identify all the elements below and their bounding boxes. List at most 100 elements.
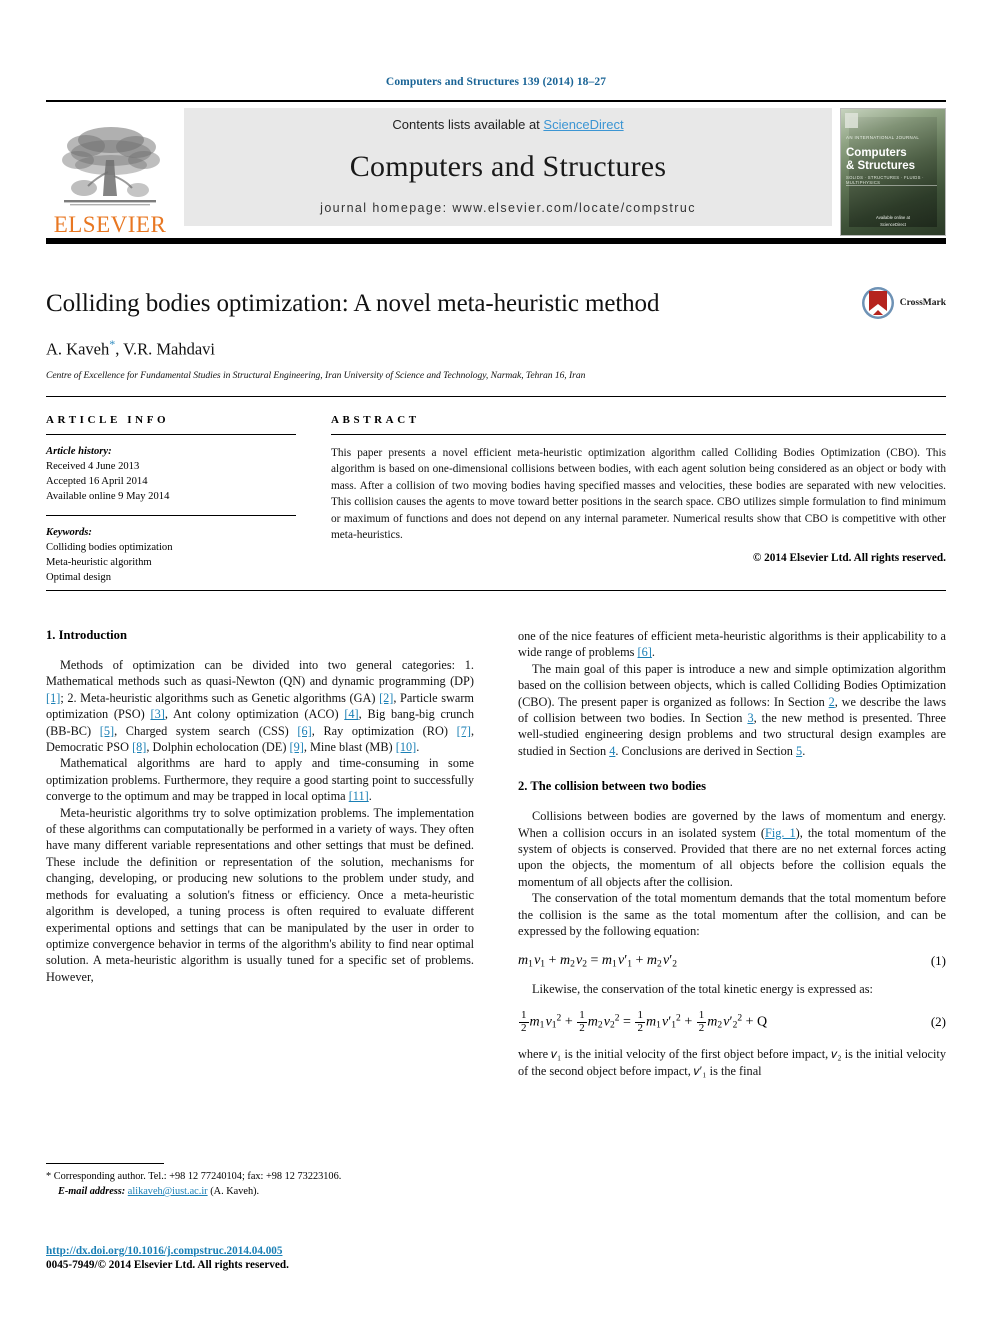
corresponding-author-text: Corresponding author. Tel.: +98 12 77240…: [53, 1171, 342, 1182]
citation-ref-10[interactable]: [10]: [396, 740, 417, 754]
cover-title-line1: Computers: [846, 147, 907, 159]
cover-divider: [846, 185, 937, 186]
intro-p1-g: , Ray optimization (RO): [311, 723, 457, 738]
article-info-rule: [46, 434, 296, 435]
article-info-heading: ARTICLE INFO: [46, 414, 170, 426]
page-title: Colliding bodies optimization: A novel m…: [46, 290, 660, 317]
elsevier-logo: ELSEVIER: [46, 108, 174, 238]
right-p2-e: .: [802, 743, 806, 758]
corresponding-author-note: * Corresponding author. Tel.: +98 12 772…: [46, 1170, 474, 1185]
journal-cover-thumbnail: AN INTERNATIONAL JOURNAL Computers & Str…: [840, 108, 946, 236]
collision-paragraph-4: where 𝑣₁ is the initial velocity of the …: [518, 1047, 946, 1078]
right-p1-a: one of the nice features of efficient me…: [518, 629, 946, 660]
footnote-block: * Corresponding author. Tel.: +98 12 772…: [46, 1163, 474, 1200]
equation-1-number: (1): [930, 952, 946, 968]
masthead-bottom-rule: [46, 238, 946, 244]
intro-paragraph-1: Methods of optimization can be divided i…: [46, 657, 474, 755]
right-p1-b: .: [651, 645, 655, 660]
intro-p1-d: , Ant colony optimization (ACO): [164, 707, 345, 722]
article-history-label: Article history:: [46, 446, 112, 457]
citation-ref-3[interactable]: [3]: [150, 707, 164, 721]
abstract-bottom-rule: [46, 590, 946, 591]
body-column-right: one of the nice features of efficient me…: [518, 628, 946, 1079]
body-columns: 1. Introduction Methods of optimization …: [46, 628, 946, 1079]
section-heading-introduction: 1. Introduction: [46, 628, 127, 642]
intro-p1-f: , Charged system search (CSS): [114, 723, 298, 738]
footer-block: http://dx.doi.org/10.1016/j.compstruc.20…: [46, 1245, 546, 1271]
title-bottom-rule: [46, 396, 946, 397]
abstract-text: This paper presents a novel efficient me…: [331, 447, 946, 541]
email-label: E-mail address:: [58, 1185, 126, 1197]
intro-paragraph-3: Meta-heuristic algorithms try to solve o…: [46, 805, 474, 984]
title-block: Colliding bodies optimization: A novel m…: [46, 287, 946, 382]
email-note: E-mail address: alikaveh@iust.ac.ir (A. …: [46, 1185, 474, 1200]
article-history-group: Article history: Received 4 June 2013 Ac…: [46, 444, 296, 504]
citation-ref-8[interactable]: [8]: [132, 740, 146, 754]
collision-paragraph-2: The conservation of the total momentum d…: [518, 891, 946, 939]
intro-p2-a: Mathematical algorithms are hard to appl…: [46, 756, 474, 804]
intro-paragraph-2: Mathematical algorithms are hard to appl…: [46, 755, 474, 804]
journal-article-page: Computers and Structures 139 (2014) 18–2…: [0, 0, 992, 1323]
keyword-item: Optimal design: [46, 572, 112, 584]
journal-homepage-line[interactable]: journal homepage: www.elsevier.com/locat…: [320, 201, 696, 215]
keyword-item: Colliding bodies optimization: [46, 542, 173, 554]
intro-p2-b: .: [368, 789, 372, 804]
collision-paragraph-3: Likewise, the conservation of the total …: [532, 981, 873, 996]
footnote-mark: *: [46, 1171, 52, 1182]
intro-p1-k: .: [416, 740, 420, 755]
citation-ref-2[interactable]: [2]: [379, 691, 393, 705]
equation-2-number: (2): [930, 1014, 946, 1030]
section-heading-collision: 2. The collision between two bodies: [518, 779, 706, 794]
keywords-label: Keywords:: [46, 527, 92, 539]
affiliation: Centre of Excellence for Fundamental Stu…: [46, 370, 586, 382]
issn-copyright-line: 0045-7949/© 2014 Elsevier Ltd. All right…: [46, 1259, 289, 1271]
abstract-heading: ABSTRACT: [331, 414, 420, 426]
cover-publisher-badge: [845, 113, 858, 128]
citation-ref-9[interactable]: [9]: [290, 740, 304, 754]
history-available-online: Available online 9 May 2014: [46, 491, 170, 503]
crossmark-label: CrossMark: [899, 298, 946, 308]
abstract-column: ABSTRACT This paper presents a novel eff…: [331, 414, 946, 585]
contents-prefix: Contents lists available at: [392, 117, 544, 132]
article-info-column: ARTICLE INFO Article history: Received 4…: [46, 414, 296, 585]
cover-tagline: SOLIDS · STRUCTURES · FLUIDS · MULTIPHYS…: [846, 175, 924, 185]
right-p2-d: . Conclusions are derived in Section: [615, 743, 797, 758]
citation-ref-11[interactable]: [11]: [349, 789, 369, 803]
sciencedirect-link[interactable]: ScienceDirect: [543, 117, 623, 132]
footnote-rule: [46, 1163, 164, 1164]
equation-2: 1 2 m1 v12 + 1 2 m2 v22 = 1 2 m1 v′12 + 1 2 m2 v…: [518, 1010, 946, 1034]
equation-1-body: m1 v1 + m2 v2 = m1 v′1 + m2 v′2: [518, 952, 678, 969]
cover-footer-line2: ScienceDirect: [880, 221, 906, 227]
contents-available-line: Contents lists available at ScienceDirec…: [392, 117, 623, 132]
info-abstract-region: ARTICLE INFO Article history: Received 4…: [46, 414, 946, 585]
citation-ref-7[interactable]: [7]: [457, 724, 471, 738]
journal-title: Computers and Structures: [349, 149, 667, 183]
equation-1: m1 v1 + m2 v2 = m1 v′1 + m2 v′2 (1): [518, 953, 946, 969]
keywords-group: Keywords: Colliding bodies optimization …: [46, 525, 296, 585]
intro-p1-a: Methods of optimization can be divided i…: [46, 658, 474, 689]
citation-ref-6b[interactable]: [6]: [638, 645, 652, 659]
history-received: Received 4 June 2013: [46, 461, 140, 473]
elsevier-tree-icon: [62, 127, 160, 206]
collision-paragraph-1: Collisions between bodies are governed b…: [518, 808, 946, 890]
journal-band: Contents lists available at ScienceDirec…: [184, 108, 832, 226]
history-accepted: Accepted 16 April 2014: [46, 476, 148, 488]
citation-ref-4[interactable]: [4]: [344, 707, 358, 721]
abstract-rule: [331, 434, 946, 435]
crossmark-badge[interactable]: CrossMark: [861, 286, 946, 320]
right-paragraph-1: one of the nice features of efficient me…: [518, 628, 946, 661]
intro-p1-j: , Mine blast (MB): [303, 740, 396, 755]
figure-link-1[interactable]: Fig. 1: [765, 826, 796, 840]
author-secondary: , V.R. Mahdavi: [115, 339, 216, 359]
journal-masthead: ELSEVIER Contents lists available at Sci…: [46, 100, 946, 238]
right-paragraph-2: The main goal of this paper is introduce…: [518, 661, 946, 759]
doi-link[interactable]: http://dx.doi.org/10.1016/j.compstruc.20…: [46, 1245, 546, 1257]
citation-ref-5[interactable]: [5]: [100, 724, 114, 738]
citation-ref-1[interactable]: [1]: [46, 691, 60, 705]
citation-ref-6[interactable]: [6]: [297, 724, 311, 738]
keywords-rule: [46, 515, 296, 517]
body-column-left: 1. Introduction Methods of optimization …: [46, 628, 474, 1079]
cover-title: Computers & Structures: [846, 147, 940, 173]
crossmark-icon: [861, 287, 894, 319]
email-link[interactable]: alikaveh@iust.ac.ir: [128, 1186, 208, 1197]
